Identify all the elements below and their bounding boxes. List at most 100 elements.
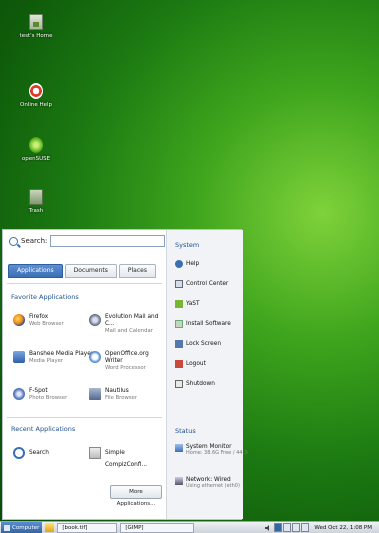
workspace-switcher xyxy=(274,523,310,532)
app-search[interactable]: Search xyxy=(13,447,49,459)
system-item-logout[interactable]: Logout xyxy=(175,360,206,368)
menu-left-pane: Search: Applications Documents Places Fa… xyxy=(3,230,166,519)
firefox-icon xyxy=(13,314,25,326)
status-network[interactable]: Network: Wired Using ethernet (eth0) xyxy=(175,477,240,489)
computer-menu-button[interactable]: Computer xyxy=(1,522,43,533)
desktop-icon-trash[interactable]: Trash xyxy=(11,189,61,214)
system-item-label: Lock Screen xyxy=(186,341,221,347)
opensuse-icon xyxy=(29,137,43,153)
favorite-applications-title: Favorite Applications xyxy=(11,293,79,301)
system-item-label: Shutdown xyxy=(186,381,215,387)
workspace-2[interactable] xyxy=(283,523,292,532)
divider xyxy=(7,283,162,284)
divider xyxy=(7,417,162,418)
more-applications-button[interactable]: More Applications... xyxy=(110,485,162,507)
app-desc: Web Browser xyxy=(29,321,64,327)
evolution-icon xyxy=(89,314,101,326)
app-compizconfig[interactable]: Simple CompizConfi... xyxy=(89,447,166,471)
app-openoffice-writer[interactable]: OpenOffice.org Writer Word Processor xyxy=(89,351,166,372)
search-input[interactable] xyxy=(50,235,166,247)
help-icon xyxy=(29,83,43,99)
taskbar-task-gimp[interactable]: [GIMP] xyxy=(120,522,195,533)
search-label: Search: xyxy=(21,237,48,245)
app-name: Search xyxy=(29,450,49,456)
volume-icon[interactable] xyxy=(264,524,272,532)
system-item-label: Control Center xyxy=(186,281,229,287)
clock[interactable]: Wed Oct 22, 1:08 PM xyxy=(314,525,372,531)
system-item-yast[interactable]: YaST xyxy=(175,300,200,308)
app-desc: Word Processor xyxy=(105,365,146,371)
system-item-label: Help xyxy=(186,261,200,267)
search-row: Search: xyxy=(9,235,166,247)
fspot-icon xyxy=(13,388,25,400)
home-folder-icon xyxy=(29,14,43,30)
menu-tabs: Applications Documents Places xyxy=(8,264,158,278)
search-tool-icon xyxy=(13,447,25,459)
tab-places[interactable]: Places xyxy=(118,264,156,278)
taskbar: Computer [book.tif] [GIMP] Wed Oct 22, 1… xyxy=(0,521,379,533)
lock-icon xyxy=(175,340,183,348)
status-item-detail: Using ethernet (eth0) xyxy=(186,483,240,489)
logout-icon xyxy=(175,360,183,368)
openoffice-writer-icon xyxy=(89,351,101,363)
app-name: Nautilus xyxy=(105,388,129,394)
desktop-icon-online-help[interactable]: Online Help xyxy=(11,83,61,108)
trash-icon xyxy=(29,189,43,205)
app-name: Banshee Media Player xyxy=(29,351,94,357)
desktop-icon-label: Trash xyxy=(28,208,44,214)
workspace-1[interactable] xyxy=(274,523,283,532)
app-desc: Mail and Calendar xyxy=(105,328,153,334)
help-icon xyxy=(175,260,183,268)
app-name: Evolution Mail and C... xyxy=(105,314,159,327)
yast-icon xyxy=(175,300,183,308)
workspace-3[interactable] xyxy=(292,523,301,532)
network-icon xyxy=(175,477,183,485)
status-system-monitor[interactable]: System Monitor Home: 38.6G Free / 44.3G xyxy=(175,444,248,456)
system-title: System xyxy=(175,241,200,249)
system-item-label: Logout xyxy=(186,361,206,367)
system-item-help[interactable]: Help xyxy=(175,260,199,268)
system-item-shutdown[interactable]: Shutdown xyxy=(175,380,215,388)
app-desc: Photo Browser xyxy=(29,395,68,401)
status-title: Status xyxy=(175,427,196,435)
app-name: Firefox xyxy=(29,314,49,320)
desktop-icon-opensuse[interactable]: openSUSE xyxy=(11,137,61,162)
main-menu: Search: Applications Documents Places Fa… xyxy=(2,229,248,520)
shutdown-icon xyxy=(175,380,183,388)
app-desc: Media Player xyxy=(29,358,64,364)
system-item-install-software[interactable]: Install Software xyxy=(175,320,231,328)
computer-label: Computer xyxy=(12,524,40,531)
app-name: F-Spot xyxy=(29,388,48,394)
install-software-icon xyxy=(175,320,183,328)
system-item-label: YaST xyxy=(186,301,200,307)
app-fspot[interactable]: F-Spot Photo Browser xyxy=(13,388,67,402)
tab-documents[interactable]: Documents xyxy=(64,264,117,278)
quick-launch-icon[interactable] xyxy=(45,523,55,532)
computer-icon xyxy=(4,524,10,531)
desktop-icon-home[interactable]: test's Home xyxy=(11,14,61,39)
search-icon xyxy=(9,236,18,246)
nautilus-icon xyxy=(89,388,101,400)
app-desc: File Browser xyxy=(105,395,138,401)
recent-applications-title: Recent Applications xyxy=(11,425,76,433)
app-name: OpenOffice.org Writer xyxy=(105,351,149,364)
taskbar-task-book[interactable]: [book.tif] xyxy=(57,522,118,533)
compizconfig-icon xyxy=(89,447,101,459)
system-item-control-center[interactable]: Control Center xyxy=(175,280,228,288)
app-banshee[interactable]: Banshee Media Player Media Player xyxy=(13,351,93,365)
status-item-detail: Home: 38.6G Free / 44.3G xyxy=(186,450,248,456)
system-monitor-icon xyxy=(175,444,183,452)
control-center-icon xyxy=(175,280,183,288)
desktop-icon-label: test's Home xyxy=(19,33,53,39)
app-name: Simple CompizConfi... xyxy=(105,450,148,468)
system-item-label: Install Software xyxy=(186,321,231,327)
desktop-icon-label: openSUSE xyxy=(21,156,51,162)
app-nautilus[interactable]: Nautilus File Browser xyxy=(89,388,137,402)
desktop-icon-label: Online Help xyxy=(19,102,53,108)
workspace-4[interactable] xyxy=(301,523,310,532)
system-item-lock-screen[interactable]: Lock Screen xyxy=(175,340,221,348)
app-firefox[interactable]: Firefox Web Browser xyxy=(13,314,64,328)
banshee-icon xyxy=(13,351,25,363)
tab-applications[interactable]: Applications xyxy=(8,264,63,278)
app-evolution[interactable]: Evolution Mail and C... Mail and Calendar xyxy=(89,314,166,335)
